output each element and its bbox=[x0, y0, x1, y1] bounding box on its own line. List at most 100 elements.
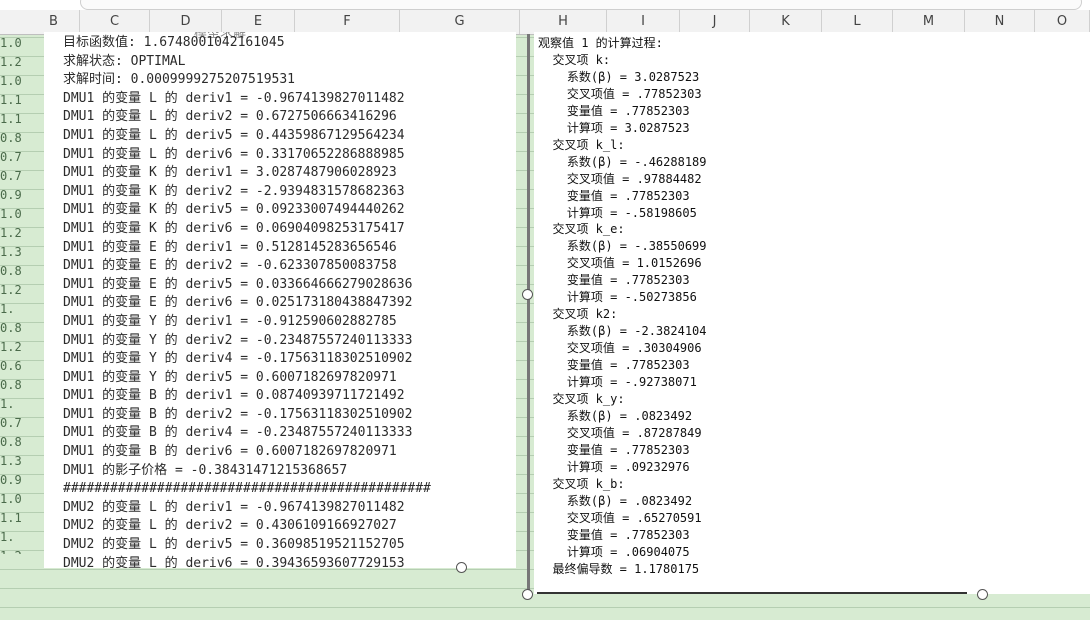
column-header-e[interactable]: E bbox=[222, 10, 295, 34]
bottom-border-line bbox=[537, 592, 967, 594]
right-output-line: 系数(β) = .0823492 bbox=[538, 493, 693, 508]
left-output-line: DMU2 的变量 L 的 deriv5 = 0.3609851952115270… bbox=[63, 537, 405, 553]
row-cell-fragment[interactable]: 0.7 bbox=[0, 167, 44, 186]
row-cell-fragment[interactable]: 1.0 bbox=[0, 34, 44, 53]
right-output-line: 系数(β) = -2.3824104 bbox=[538, 324, 707, 339]
row-cell-fragment[interactable]: 1.0 bbox=[0, 205, 44, 224]
left-output-line: DMU1 的变量 K 的 deriv1 = 3.0287487906028923 bbox=[63, 165, 397, 181]
left-output-line: DMU1 的变量 B 的 deriv6 = 0.6007182697820971 bbox=[63, 444, 397, 460]
row-cell-fragment[interactable]: 1. bbox=[0, 528, 44, 547]
left-output-line: 目标函数值: 1.6748001042161045 bbox=[63, 35, 285, 50]
column-header-l[interactable]: L bbox=[822, 10, 893, 34]
right-output-line: 交叉项 k_b: bbox=[538, 476, 625, 491]
row-cell-fragment[interactable]: 1.2 bbox=[0, 224, 44, 243]
left-output-line: DMU1 的变量 K 的 deriv5 = 0.0923300749444026… bbox=[63, 202, 405, 218]
left-output-line: DMU1 的变量 K 的 deriv2 = -2.939483157868236… bbox=[63, 183, 405, 199]
right-output-line: 交叉项 k: bbox=[538, 52, 611, 67]
row-cell-fragment[interactable]: 1.2 bbox=[0, 338, 44, 357]
row-cell-fragment[interactable]: 0.9 bbox=[0, 186, 44, 205]
left-output-line: DMU2 的变量 L 的 deriv2 = 0.4306109166927027 bbox=[63, 518, 397, 534]
left-output-line: DMU1 的变量 E 的 deriv6 = 0.0251731804388473… bbox=[63, 295, 413, 311]
column-header-n[interactable]: N bbox=[965, 10, 1035, 34]
row-cell-fragment[interactable]: 0.7 bbox=[0, 414, 44, 433]
left-output-line: DMU1 的变量 L 的 deriv5 = 0.4435986712956423… bbox=[63, 127, 405, 143]
row-cell-fragment[interactable]: 0.8 bbox=[0, 433, 44, 452]
right-output-line: 交叉项值 = .97884482 bbox=[538, 171, 702, 186]
column-header-f[interactable]: F bbox=[295, 10, 400, 34]
output-panel-right: 观察值 1 的计算过程: 交叉项 k: 系数(β) = 3.0287523 交叉… bbox=[534, 32, 1090, 594]
row-cell-fragment[interactable]: 1.3 bbox=[0, 452, 44, 471]
column-header-c[interactable]: C bbox=[80, 10, 150, 34]
right-output-line: 交叉项 k2: bbox=[538, 307, 618, 322]
left-output-line: DMU1 的变量 Y 的 deriv4 = -0.175631183025109… bbox=[63, 351, 413, 367]
right-output-line: 系数(β) = .0823492 bbox=[538, 408, 693, 423]
column-header-d[interactable]: D bbox=[150, 10, 222, 34]
row-cell-fragment[interactable]: 0.7 bbox=[0, 148, 44, 167]
resize-handle-divider-middle[interactable] bbox=[522, 289, 533, 300]
right-output-line: 变量值 = .77852303 bbox=[538, 358, 690, 373]
left-output-line: DMU1 的变量 B 的 deriv4 = -0.234875572401133… bbox=[63, 425, 413, 441]
row-cell-fragment[interactable]: 1.0 bbox=[0, 72, 44, 91]
panel-divider[interactable] bbox=[527, 34, 530, 594]
right-output-line: 变量值 = .77852303 bbox=[538, 527, 690, 542]
row-cell-fragment[interactable]: 1. bbox=[0, 395, 44, 414]
left-output-line: DMU1 的变量 E 的 deriv1 = 0.5128145283656546 bbox=[63, 239, 397, 255]
column-header-b[interactable]: B bbox=[28, 10, 80, 34]
left-output-line: ########################################… bbox=[63, 481, 431, 497]
right-output-line: 交叉项值 = 1.0152696 bbox=[538, 256, 702, 271]
row-cell-fragment[interactable]: 1.2 bbox=[0, 281, 44, 300]
left-output-line: DMU1 的变量 Y 的 deriv2 = -0.234875572401133… bbox=[63, 332, 413, 348]
right-output-line: 计算项 = .09232976 bbox=[538, 459, 690, 474]
row-cell-fragment[interactable]: 1.2 bbox=[0, 547, 44, 554]
column-header-i[interactable]: I bbox=[607, 10, 680, 34]
resize-handle-divider-bottom[interactable] bbox=[522, 589, 533, 600]
right-output-line: 交叉项值 = .30304906 bbox=[538, 341, 702, 356]
right-output-line: 计算项 = -.58198605 bbox=[538, 205, 697, 220]
right-output-line: 交叉项 k_l: bbox=[538, 137, 625, 152]
right-output-line: 交叉项值 = .65270591 bbox=[538, 510, 702, 525]
column-header-m[interactable]: M bbox=[893, 10, 965, 34]
row-cell-fragment[interactable]: 0.9 bbox=[0, 471, 44, 490]
right-output-line: 变量值 = .77852303 bbox=[538, 273, 690, 288]
output-panel-left: 模型求解 目标函数值: 1.6748001042161045 求解状态: OPTI… bbox=[44, 32, 516, 568]
top-bar bbox=[0, 0, 1090, 10]
tab-strip bbox=[80, 0, 1082, 10]
row-cell-fragment[interactable]: 1.1 bbox=[0, 91, 44, 110]
right-output-line: 交叉项 k_e: bbox=[538, 222, 625, 237]
right-output-line: 交叉项值 = .77852303 bbox=[538, 86, 702, 101]
row-cell-fragment[interactable]: 0.8 bbox=[0, 319, 44, 338]
left-output-line: DMU1 的变量 L 的 deriv1 = -0.967413982701148… bbox=[63, 90, 405, 106]
column-header-j[interactable]: J bbox=[680, 10, 750, 34]
left-output-line: DMU2 的变量 L 的 deriv6 = 0.3943659360772915… bbox=[63, 555, 405, 568]
right-output-line: 系数(β) = 3.0287523 bbox=[538, 69, 700, 84]
left-output-line: 求解状态: OPTIMAL bbox=[63, 53, 186, 69]
row-cell-fragment[interactable]: 1.3 bbox=[0, 243, 44, 262]
resize-handle-left-panel[interactable] bbox=[456, 562, 467, 573]
left-output-line: DMU1 的影子价格 = -0.38431471215368657 bbox=[63, 462, 348, 478]
left-output-line: DMU1 的变量 K 的 deriv6 = 0.0690409825317541… bbox=[63, 220, 405, 236]
right-output-line: 系数(β) = -.46288189 bbox=[538, 154, 707, 169]
column-header-g[interactable]: G bbox=[400, 10, 520, 34]
row-cell-fragment[interactable]: 0.8 bbox=[0, 376, 44, 395]
row-cell-fragment[interactable]: 0.8 bbox=[0, 129, 44, 148]
right-output-line: 交叉项值 = .87287849 bbox=[538, 425, 702, 440]
left-output-line: DMU1 的变量 B 的 deriv2 = -0.175631183025109… bbox=[63, 406, 413, 422]
right-output-line: 变量值 = .77852303 bbox=[538, 103, 690, 118]
row-cell-fragment[interactable]: 1.1 bbox=[0, 509, 44, 528]
right-output-line: 变量值 = .77852303 bbox=[538, 188, 690, 203]
row-cell-fragment[interactable]: 1. bbox=[0, 300, 44, 319]
right-output-line: 系数(β) = -.38550699 bbox=[538, 239, 707, 254]
row-cell-fragment[interactable]: 0.8 bbox=[0, 262, 44, 281]
column-header-o[interactable]: O bbox=[1035, 10, 1090, 34]
left-output-line: DMU2 的变量 L 的 deriv1 = -0.967413982701148… bbox=[63, 499, 405, 515]
row-cell-fragment[interactable]: 1.2 bbox=[0, 53, 44, 72]
resize-handle-right-panel[interactable] bbox=[977, 589, 988, 600]
row-values-strip: 1.0 1.2 1.0 1.1 1.1 0.8 0.7 0.7 0.9 1.0 1.2 1.3 0.8 1… bbox=[0, 34, 44, 554]
left-output-line: DMU1 的变量 E 的 deriv2 = -0.623307850083758 bbox=[63, 258, 397, 274]
row-cell-fragment[interactable]: 1.0 bbox=[0, 490, 44, 509]
row-cell-fragment[interactable]: 0.6 bbox=[0, 357, 44, 376]
column-header-h[interactable]: H bbox=[520, 10, 607, 34]
left-output-line: DMU1 的变量 B 的 deriv1 = 0.0874093971172149… bbox=[63, 388, 405, 404]
column-header-k[interactable]: K bbox=[750, 10, 822, 34]
row-cell-fragment[interactable]: 1.1 bbox=[0, 110, 44, 129]
